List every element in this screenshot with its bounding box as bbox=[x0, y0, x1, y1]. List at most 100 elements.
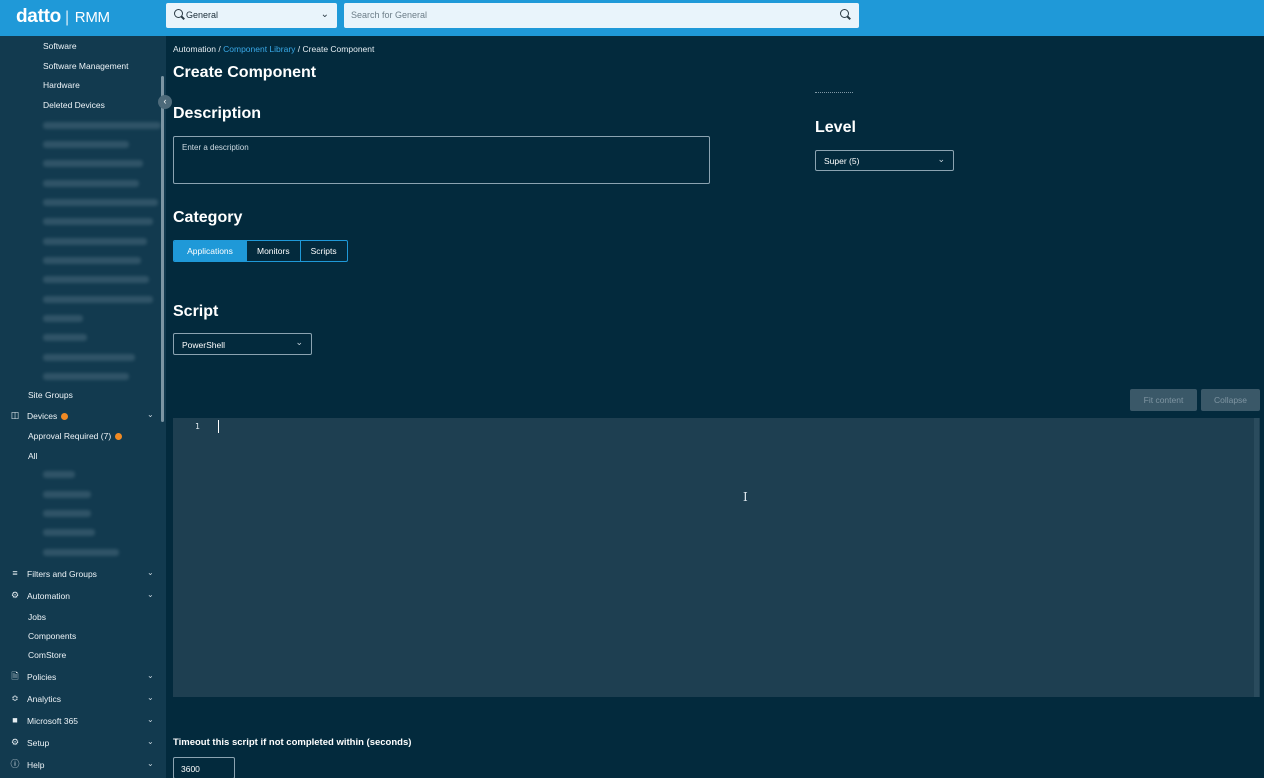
description-placeholder: Enter a description bbox=[182, 143, 249, 152]
sidebar-item-deleted-devices[interactable]: Deleted Devices bbox=[43, 100, 105, 110]
sidebar-item-comstore[interactable]: ComStore bbox=[28, 650, 66, 660]
category-heading: Category bbox=[173, 209, 243, 226]
sidebar-item-setup[interactable]: Setup bbox=[27, 738, 49, 748]
category-toggle-group: Applications Monitors Scripts bbox=[173, 240, 348, 262]
chevron-down-icon[interactable]: ⌄ bbox=[147, 737, 154, 746]
breadcrumb: Automation / Component Library / Create … bbox=[173, 44, 374, 54]
redacted-site[interactable] bbox=[43, 276, 149, 283]
editor-scrollbar[interactable] bbox=[1254, 418, 1259, 697]
chevron-down-icon[interactable]: ⌄ bbox=[147, 759, 154, 768]
divider bbox=[815, 92, 853, 93]
redacted-site[interactable] bbox=[43, 218, 153, 225]
datto-rmm-logo[interactable]: datto | RMM bbox=[16, 6, 110, 28]
sidebar-item-automation[interactable]: Automation bbox=[27, 591, 70, 601]
redacted-site[interactable] bbox=[43, 199, 158, 206]
timeout-input[interactable]: 3600 bbox=[173, 757, 235, 778]
status-badge bbox=[61, 413, 69, 421]
redacted-site[interactable] bbox=[43, 160, 143, 167]
chevron-down-icon: ⌄ bbox=[320, 9, 329, 20]
filter-icon: ≡ bbox=[12, 568, 18, 578]
script-language-value: PowerShell bbox=[182, 340, 225, 350]
breadcrumb-separator: / bbox=[218, 44, 221, 54]
sidebar-item-software[interactable]: Software bbox=[43, 41, 77, 51]
search-icon[interactable] bbox=[840, 9, 849, 18]
category-scripts-button[interactable]: Scripts bbox=[299, 241, 347, 261]
breadcrumb-separator: / bbox=[297, 44, 301, 54]
sidebar-item-help[interactable]: Help bbox=[27, 760, 44, 770]
redacted-site[interactable] bbox=[43, 296, 153, 303]
sidebar-item-site-groups[interactable]: Site Groups bbox=[28, 390, 73, 400]
approval-label: Approval Required (7) bbox=[28, 431, 112, 441]
category-applications-button[interactable]: Applications bbox=[174, 241, 246, 261]
timeout-value: 3600 bbox=[181, 764, 200, 774]
devices-label: Devices bbox=[27, 411, 58, 421]
redacted-site[interactable] bbox=[43, 315, 83, 322]
sidebar-item-analytics[interactable]: Analytics bbox=[27, 694, 61, 704]
sidebar-item-hardware[interactable]: Hardware bbox=[43, 80, 80, 90]
redacted-site[interactable] bbox=[43, 180, 139, 187]
script-editor[interactable]: 1 I bbox=[173, 418, 1260, 697]
top-bar: datto | RMM General ⌄ Search for General bbox=[0, 0, 1264, 36]
chevron-down-icon[interactable]: ⌄ bbox=[147, 410, 154, 419]
line-number-gutter bbox=[173, 418, 211, 697]
setup-gear-icon: ⚙ bbox=[10, 737, 20, 747]
microsoft-365-icon: ■ bbox=[12, 715, 18, 725]
redacted-site[interactable] bbox=[43, 141, 129, 148]
status-badge bbox=[115, 433, 123, 441]
collapse-button[interactable]: Collapse bbox=[1201, 389, 1260, 411]
script-language-select[interactable]: PowerShell ⌄ bbox=[173, 333, 312, 355]
level-select[interactable]: Super (5) ⌄ bbox=[815, 150, 954, 171]
search-icon bbox=[174, 9, 183, 18]
redacted-site[interactable] bbox=[43, 354, 135, 361]
breadcrumb-component-library[interactable]: Component Library bbox=[223, 44, 295, 54]
breadcrumb-current: Create Component bbox=[302, 44, 375, 54]
sidebar-item-all[interactable]: All bbox=[28, 451, 37, 461]
chevron-down-icon[interactable]: ⌄ bbox=[147, 693, 154, 702]
text-cursor bbox=[218, 420, 219, 433]
script-heading: Script bbox=[173, 303, 219, 320]
redacted-device-group[interactable] bbox=[43, 471, 75, 478]
redacted-device-group[interactable] bbox=[43, 549, 119, 556]
timeout-label: Timeout this script if not completed wit… bbox=[173, 737, 412, 748]
redacted-site[interactable] bbox=[43, 122, 161, 129]
sidebar-item-filters-groups[interactable]: Filters and Groups bbox=[27, 569, 97, 579]
scope-select[interactable]: General ⌄ bbox=[166, 3, 337, 28]
sidebar-item-devices[interactable]: Devices bbox=[27, 411, 69, 421]
chevron-down-icon[interactable]: ⌄ bbox=[147, 715, 154, 724]
analytics-icon: ≎ bbox=[11, 693, 19, 703]
breadcrumb-automation[interactable]: Automation bbox=[173, 44, 216, 54]
sidebar-item-policies[interactable]: Policies bbox=[27, 672, 56, 682]
line-number: 1 bbox=[195, 422, 200, 431]
sidebar-item-jobs[interactable]: Jobs bbox=[28, 612, 46, 622]
sidebar-item-software-management[interactable]: Software Management bbox=[43, 61, 129, 71]
fit-content-button[interactable]: Fit content bbox=[1130, 389, 1197, 411]
category-monitors-button[interactable]: Monitors bbox=[246, 241, 300, 261]
redacted-site[interactable] bbox=[43, 334, 87, 341]
sidebar-item-components[interactable]: Components bbox=[28, 631, 76, 641]
chevron-up-icon[interactable]: ⌄ bbox=[147, 590, 154, 599]
redacted-device-group[interactable] bbox=[43, 510, 91, 517]
redacted-device-group[interactable] bbox=[43, 529, 95, 536]
search-placeholder: Search for General bbox=[351, 10, 428, 20]
redacted-site[interactable] bbox=[43, 373, 129, 380]
redacted-site[interactable] bbox=[43, 257, 141, 264]
sidebar-scrollbar[interactable] bbox=[161, 76, 164, 422]
redacted-site[interactable] bbox=[43, 238, 147, 245]
page-title: Create Component bbox=[173, 64, 317, 81]
automation-icon: ⚙ bbox=[10, 590, 20, 600]
mouse-ibeam-cursor-icon: I bbox=[743, 490, 748, 504]
chevron-down-icon[interactable]: ⌄ bbox=[147, 671, 154, 680]
chevron-down-icon: ⌄ bbox=[937, 154, 945, 164]
collapse-sidebar-icon[interactable]: ‹ bbox=[158, 95, 172, 109]
logo-brand: datto bbox=[16, 6, 61, 27]
description-input[interactable]: Enter a description bbox=[173, 136, 710, 184]
sidebar-item-approval-required[interactable]: Approval Required (7) bbox=[28, 431, 123, 441]
help-icon: ⓘ bbox=[10, 759, 20, 769]
level-heading: Level bbox=[815, 119, 856, 136]
level-value: Super (5) bbox=[824, 156, 860, 166]
search-input[interactable]: Search for General bbox=[344, 3, 859, 28]
chevron-down-icon[interactable]: ⌄ bbox=[147, 568, 154, 577]
redacted-device-group[interactable] bbox=[43, 491, 91, 498]
devices-icon: ◫ bbox=[10, 410, 20, 420]
sidebar-item-microsoft-365[interactable]: Microsoft 365 bbox=[27, 716, 78, 726]
